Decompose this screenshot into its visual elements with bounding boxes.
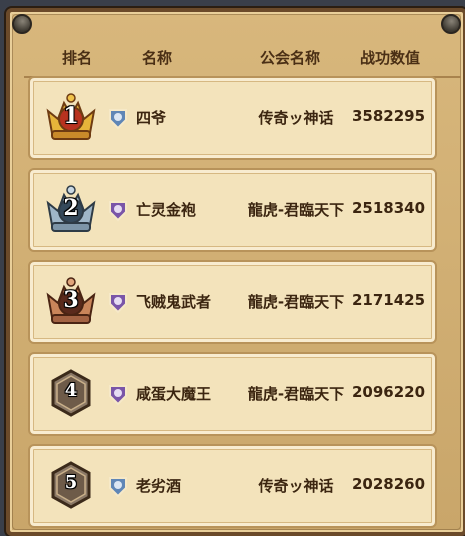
- player-name: 四爷: [136, 109, 167, 127]
- rank-number: 2: [63, 195, 79, 221]
- guild-column-header: 公会名称: [260, 48, 321, 67]
- power-value: 3582295: [352, 107, 426, 125]
- bronze-crown-icon: 3: [42, 273, 100, 329]
- hexagon-rank-icon: 4: [42, 365, 100, 421]
- rank-column-header: 排名: [62, 48, 93, 67]
- player-name: 咸蛋大魔王: [136, 385, 212, 403]
- necromancer-class-icon: [106, 290, 130, 314]
- leaderboard-row[interactable]: 1 四爷 传奇ッ神话 3582295: [28, 76, 437, 160]
- mage-class-icon: [106, 474, 130, 498]
- power-value: 2171425: [352, 291, 426, 309]
- player-name: 亡灵金袍: [136, 201, 197, 219]
- necromancer-class-icon: [106, 382, 130, 406]
- guild-name: 龍虎-君臨天下: [247, 293, 345, 311]
- mage-class-icon: [106, 106, 130, 130]
- leaderboard-row[interactable]: 2 亡灵金袍 龍虎-君臨天下 2518340: [28, 168, 437, 252]
- player-name: 飞贼鬼武者: [136, 293, 212, 311]
- leaderboard-row[interactable]: 3 飞贼鬼武者 龍虎-君臨天下 2171425: [28, 260, 437, 344]
- guild-name: 龍虎-君臨天下: [247, 201, 345, 219]
- rank-number: 1: [63, 103, 79, 129]
- gold-crown-icon: 1: [42, 89, 100, 145]
- guild-name: 传奇ッ神话: [258, 109, 334, 127]
- nail-icon: [7, 9, 37, 39]
- leaderboard-header: 排名 名称 公会名称 战功数值: [24, 38, 461, 78]
- silver-crown-icon: 2: [42, 181, 100, 237]
- name-column-header: 名称: [142, 48, 173, 67]
- power-value: 2518340: [352, 199, 426, 217]
- rank-number: 5: [64, 472, 78, 493]
- guild-name: 龍虎-君臨天下: [247, 385, 345, 403]
- leaderboard-row[interactable]: 5 老劣酒 传奇ッ神话 2028260: [28, 444, 437, 528]
- nail-icon: [436, 9, 465, 39]
- necromancer-class-icon: [106, 198, 130, 222]
- power-column-header: 战功数值: [360, 48, 421, 67]
- leaderboard-row[interactable]: 4 咸蛋大魔王 龍虎-君臨天下 2096220: [28, 352, 437, 436]
- guild-name: 传奇ッ神话: [258, 477, 334, 495]
- leaderboard-list: 1 四爷 传奇ッ神话 3582295 2 亡灵金袍 龍虎-君臨天下 251834…: [28, 76, 437, 536]
- rank-number: 4: [64, 380, 78, 401]
- power-value: 2096220: [352, 383, 426, 401]
- player-name: 老劣酒: [136, 477, 182, 495]
- hexagon-rank-icon: 5: [42, 457, 100, 513]
- power-value: 2028260: [352, 475, 426, 493]
- rank-number: 3: [63, 287, 79, 313]
